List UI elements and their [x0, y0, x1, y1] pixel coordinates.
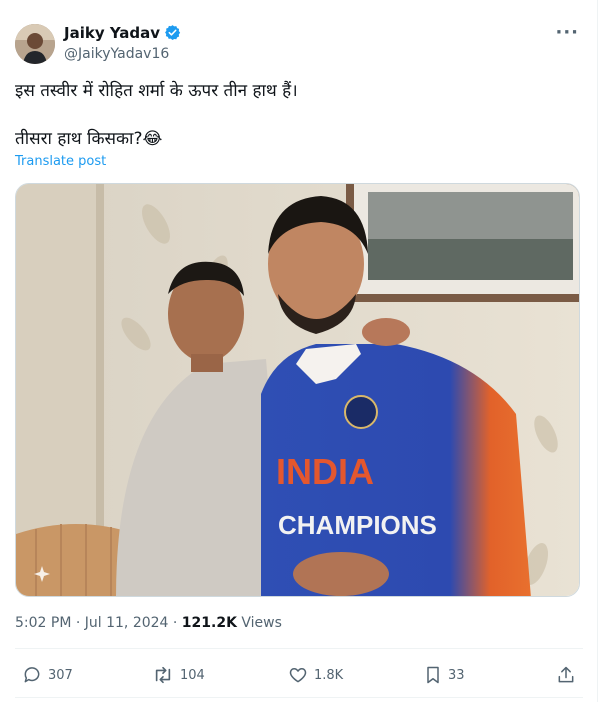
reply-button[interactable]: 307: [22, 663, 73, 687]
reply-count: 307: [48, 667, 73, 683]
translate-post-link[interactable]: Translate post: [15, 154, 106, 169]
divider: [15, 648, 583, 649]
post-text-line-2: तीसरा हाथ किसका?😂: [15, 129, 163, 149]
reply-icon: [24, 667, 40, 683]
like-button[interactable]: 1.8K: [288, 663, 343, 687]
author-name[interactable]: Jaiky Yadav: [64, 24, 160, 42]
repost-icon: [155, 666, 171, 684]
photo-illustration: INDIA CHAMPIONS: [16, 184, 579, 596]
views-count: 121.2K: [181, 615, 237, 631]
like-count: 1.8K: [314, 667, 344, 683]
author-handle[interactable]: @JaikyYadav16: [64, 45, 169, 63]
bookmark-count: 33: [448, 667, 465, 683]
bookmark-button[interactable]: 33: [424, 663, 465, 687]
jersey-text-champions: CHAMPIONS: [278, 510, 437, 540]
repost-button[interactable]: 104: [152, 663, 205, 687]
repost-count: 104: [180, 667, 205, 683]
post-meta: 5:02 PM · Jul 11, 2024 · 121.2K Views: [15, 614, 282, 632]
post-text-line-1: इस तस्वीर में रोहित शर्मा के ऊपर तीन हाथ…: [15, 81, 298, 101]
divider: [15, 697, 583, 698]
more-horizontal-icon: ···: [555, 22, 579, 43]
avatar[interactable]: [15, 24, 55, 64]
post-timestamp[interactable]: 5:02 PM · Jul 11, 2024 ·: [15, 615, 182, 631]
share-button[interactable]: [556, 663, 582, 687]
post-photo[interactable]: INDIA CHAMPIONS: [15, 183, 580, 597]
heart-icon: [289, 668, 307, 683]
bookmark-icon: [427, 666, 439, 684]
jersey-text-india: INDIA: [276, 451, 374, 492]
more-options-button[interactable]: ···: [555, 24, 579, 42]
tweet-card: Jaiky Yadav @JaikyYadav16 ··· इस तस्वीर …: [0, 0, 598, 702]
author-name-row[interactable]: Jaiky Yadav: [64, 24, 181, 45]
share-icon: [558, 666, 574, 683]
views-label: Views: [236, 615, 282, 631]
verified-badge-icon: [164, 24, 181, 45]
